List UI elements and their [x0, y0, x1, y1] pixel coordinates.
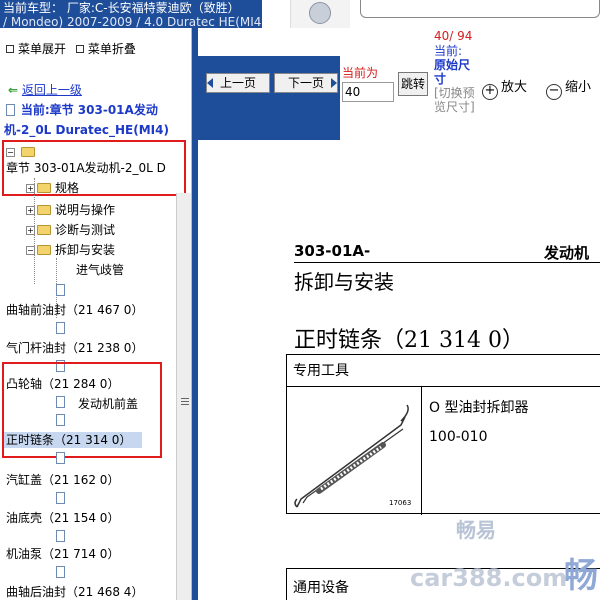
- folder-icon: [37, 245, 51, 255]
- table-divider: [421, 387, 422, 515]
- vehicle-title: 当前车型： 厂家:C-长安福特蒙迪欧（致胜） / Mondeo) 2007-20…: [0, 0, 262, 28]
- folder-icon: [37, 205, 51, 215]
- watermark-logo: 畅: [564, 556, 598, 596]
- menu-expand-bar: 菜单展开 菜单折叠: [0, 40, 190, 60]
- square-icon: [75, 45, 84, 53]
- banner-box: [360, 0, 600, 18]
- tree-item-timing-chain[interactable]: 正时链条（21 314 0）: [4, 432, 142, 448]
- page-icon: [56, 394, 65, 410]
- back-link[interactable]: ⇐ 返回上一级: [8, 82, 82, 98]
- page-icon: [56, 564, 65, 580]
- toolbar: 上一页 下一页 当前为 跳转 40/ 94 当前: 原始尺寸 [切换预览尺寸] …: [198, 28, 600, 140]
- folder-icon: [37, 225, 51, 235]
- tree-folder-diagnosis[interactable]: + 诊断与测试: [26, 222, 115, 238]
- tree-item-cylinder-head[interactable]: 汽缸盖（21 162 0）: [6, 472, 119, 488]
- current-chapter-line2: 机-2_0L Duratec_HE(MI4): [4, 123, 169, 137]
- menu-collapse-button[interactable]: 菜单折叠: [75, 40, 136, 57]
- size-info: 当前: 原始尺寸 [切换预览尺寸]: [434, 44, 476, 114]
- tree-item-front-cover[interactable]: 发动机前盖: [78, 396, 138, 412]
- tree-item-intake-manifold[interactable]: 进气歧管: [60, 262, 124, 278]
- page-icon: [56, 412, 65, 428]
- zoom-out-button[interactable]: − 缩小: [546, 76, 591, 100]
- tree-folder-removal[interactable]: − 拆卸与安装: [26, 242, 115, 258]
- tool-code: 100-010: [429, 429, 488, 445]
- expand-icon: +: [26, 206, 35, 215]
- doc-heading: 正时链条（21 314 0）: [294, 328, 524, 353]
- tree-item-crank-rear-seal[interactable]: 曲轴后油封（21 468 4）: [6, 584, 143, 600]
- arrow-right-icon: [331, 78, 337, 88]
- collapse-icon: −: [6, 148, 15, 157]
- current-page-label: 当前为: [342, 66, 379, 80]
- tree-item-oil-pan[interactable]: 油底壳（21 154 0）: [6, 510, 119, 526]
- seal-remover-tool-image: 17063: [289, 391, 419, 511]
- tree-item-valve-stem-seal[interactable]: 气门杆油封（21 238 0）: [6, 340, 143, 356]
- folder-icon: [20, 147, 35, 157]
- arrow-left-icon: [207, 78, 213, 88]
- doc-section-title: 拆卸与安装: [294, 270, 394, 294]
- tree-folder-description[interactable]: + 说明与操作: [26, 202, 115, 218]
- page-icon: [56, 450, 65, 466]
- sidebar-scrollbar[interactable]: [176, 193, 191, 600]
- special-tools-table: 专用工具 17063 O 型油封拆卸器 100-010: [286, 354, 600, 515]
- square-icon: [6, 45, 14, 53]
- vehicle-title-line1: 当前车型： 厂家:C-长安福特蒙迪欧（致胜）: [3, 1, 240, 15]
- page-icon: [56, 528, 65, 544]
- prev-page-button[interactable]: 上一页: [206, 73, 270, 93]
- zoom-in-icon: +: [482, 84, 498, 100]
- watermark-url: car388.com: [410, 564, 568, 592]
- tool-image-number: 17063: [389, 499, 412, 507]
- page-count: 40/ 94: [434, 29, 473, 43]
- seal-remover-tool-icon: [294, 404, 409, 508]
- nav-strip: [198, 56, 340, 140]
- page-number-input[interactable]: [342, 82, 394, 102]
- tree-root-label[interactable]: 章节 303-01A发动机-2_0L D: [6, 160, 166, 176]
- tree-item-crank-front-seal[interactable]: 曲轴前油封（21 467 0）: [6, 302, 143, 318]
- zoom-out-icon: −: [546, 84, 562, 100]
- tree-root-toggle[interactable]: −: [6, 144, 39, 160]
- watermark-text: 畅易: [456, 518, 496, 542]
- doc-section-code: 303-01A-: [294, 242, 371, 260]
- tree-folder-specs[interactable]: + 规格: [26, 180, 79, 196]
- scroll-grip-icon[interactable]: [181, 398, 189, 408]
- toggle-preview-size-link[interactable]: [切换预览尺寸]: [434, 86, 476, 114]
- zoom-in-button[interactable]: + 放大: [482, 76, 527, 100]
- page-icon: [56, 320, 65, 336]
- expand-icon: +: [26, 184, 35, 193]
- special-tools-header: 专用工具: [287, 355, 600, 387]
- vehicle-title-line2: / Mondeo) 2007-2009 / 4.0 Duratec HE(MI4…: [3, 15, 262, 28]
- original-size-link[interactable]: 原始尺寸: [434, 58, 476, 86]
- sidebar: 菜单展开 菜单折叠 ⇐ 返回上一级 当前:章节 303-01A发动 机-2_0L…: [0, 28, 192, 600]
- tool-name: O 型油封拆卸器: [429, 400, 529, 416]
- mascot-icon: [309, 2, 331, 24]
- tree-item-camshaft[interactable]: 凸轮轴（21 284 0）: [6, 376, 119, 392]
- document-view: 303-01A- 发动机 拆卸与安装 正时链条（21 314 0） 专用工具 1…: [198, 140, 600, 600]
- doc-system-name: 发动机: [544, 244, 590, 262]
- top-bar: 当前车型： 厂家:C-长安福特蒙迪欧（致胜） / Mondeo) 2007-20…: [0, 0, 600, 28]
- page-icon: [56, 490, 65, 506]
- current-chapter: 当前:章节 303-01A发动: [6, 102, 158, 118]
- page-icon: [6, 104, 15, 116]
- collapse-icon: −: [26, 246, 35, 255]
- folder-icon: [37, 183, 51, 193]
- back-arrow-icon: ⇐: [8, 83, 19, 97]
- expand-icon: +: [26, 226, 35, 235]
- jump-button[interactable]: 跳转: [398, 72, 428, 96]
- menu-expand-button[interactable]: 菜单展开: [6, 40, 66, 57]
- banner-image: [290, 0, 350, 28]
- doc-rule: [294, 262, 600, 263]
- next-page-button[interactable]: 下一页: [274, 73, 338, 93]
- tree-item-oil-pump[interactable]: 机油泵（21 714 0）: [6, 546, 119, 562]
- general-equipment-header: 通用设备: [293, 580, 349, 596]
- page-icon: [56, 282, 65, 298]
